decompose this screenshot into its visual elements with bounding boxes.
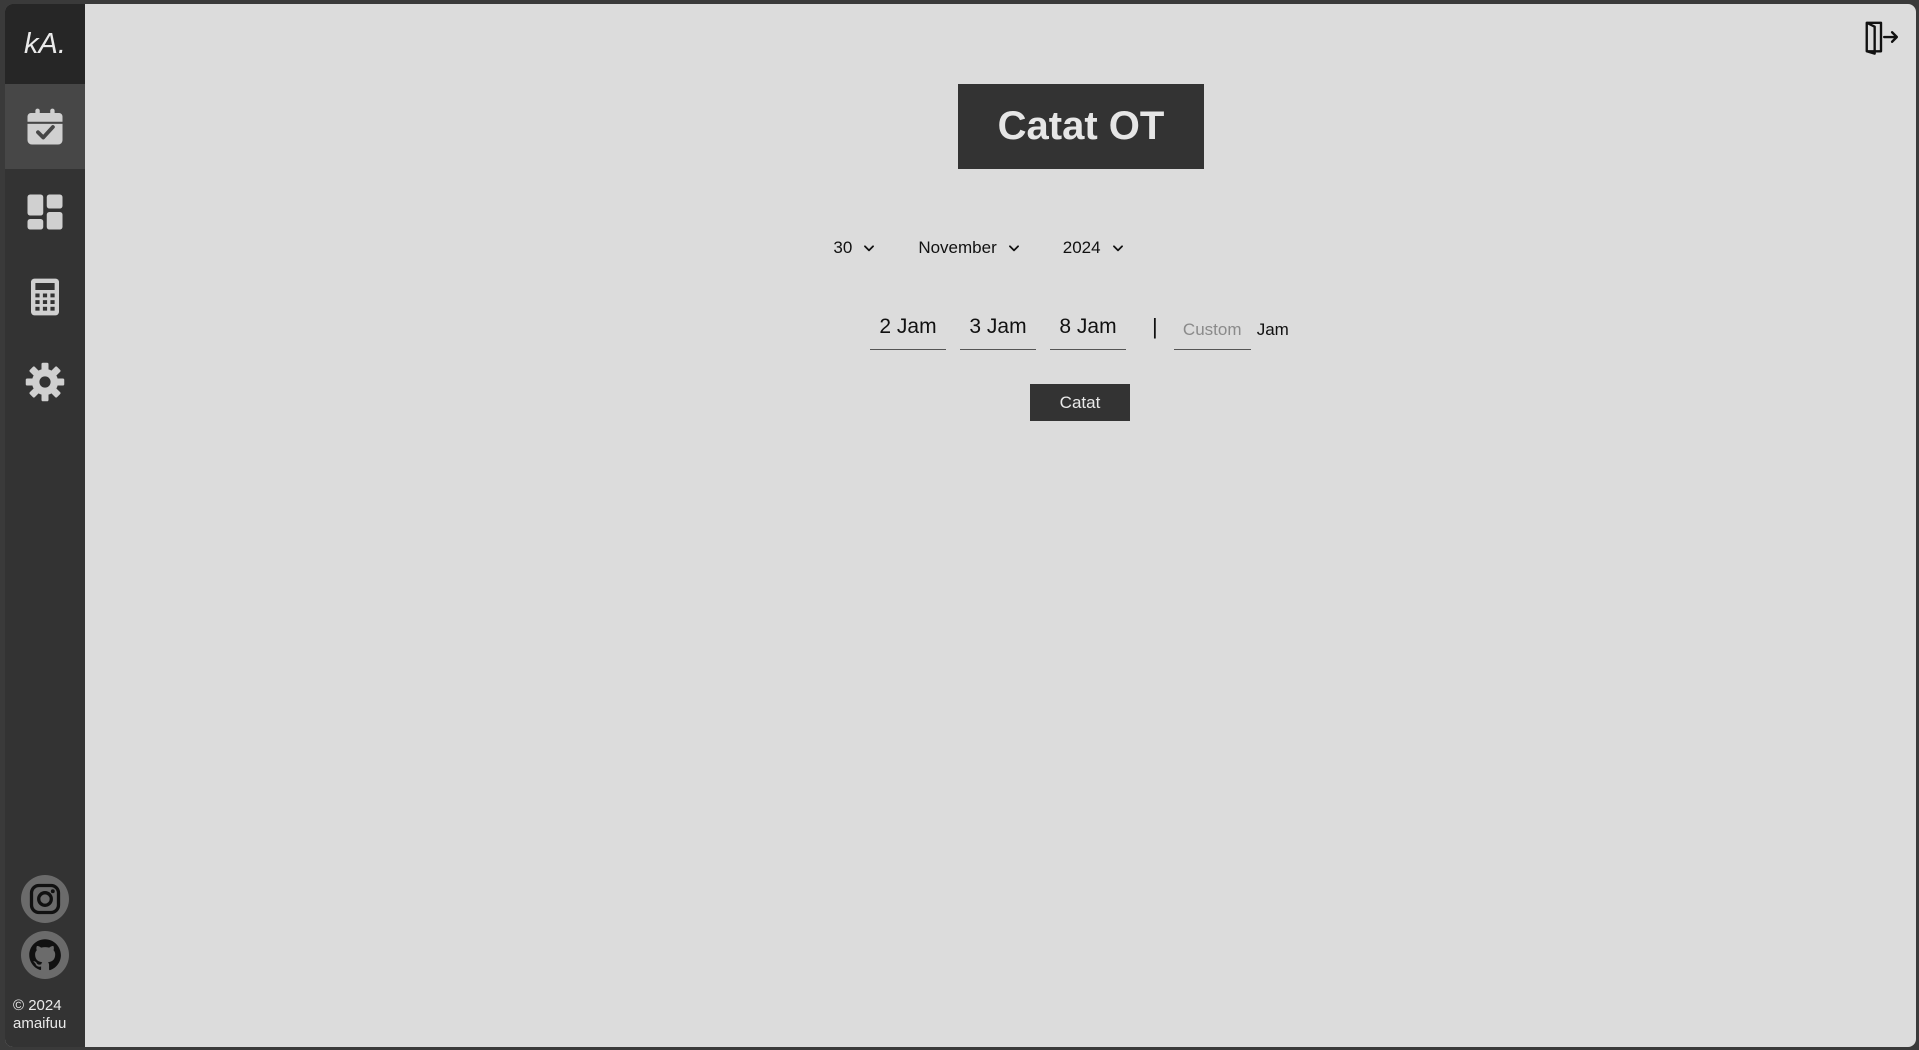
sidebar-item-dashboard[interactable] [5, 169, 85, 254]
month-select[interactable]: November [912, 234, 1026, 262]
date-picker: 30 November 2024 [85, 234, 1916, 262]
separator: | [1152, 314, 1158, 339]
hour-option-3[interactable]: 3 Jam [960, 304, 1036, 350]
sidebar: kA. © 2024 amaifuu [5, 4, 85, 1047]
sidebar-footer: © 2024 amaifuu [5, 875, 85, 1047]
chevron-down-icon [1008, 245, 1019, 252]
year-select[interactable]: 2024 [1057, 234, 1131, 262]
instagram-icon [29, 883, 61, 915]
copyright-author: amaifuu [13, 1015, 67, 1032]
chevron-down-icon [864, 245, 875, 252]
gear-icon [25, 362, 65, 401]
sidebar-item-settings[interactable] [5, 339, 85, 424]
app-logo[interactable]: kA. [5, 4, 85, 84]
calculator-icon [31, 278, 59, 315]
sidebar-item-catat-ot[interactable] [5, 84, 85, 169]
logout-icon [1865, 21, 1899, 55]
calendar-check-icon [27, 108, 63, 144]
copyright-year: © 2024 [13, 997, 62, 1014]
chevron-down-icon [1112, 245, 1123, 252]
github-link[interactable] [21, 931, 69, 979]
page-title: Catat OT [958, 84, 1204, 169]
month-value: November [918, 238, 997, 257]
dashboard-icon [27, 194, 63, 229]
custom-hours-unit: Jam [1256, 320, 1289, 339]
hour-option-2[interactable]: 2 Jam [870, 304, 946, 350]
sidebar-item-calculator[interactable] [5, 254, 85, 339]
catat-button[interactable]: Catat [1030, 384, 1130, 421]
github-icon [29, 939, 61, 971]
app-window: kA. © 2024 amaifuu Catat OT 30 November … [5, 4, 1916, 1047]
logout-button[interactable] [1862, 18, 1900, 56]
hours-selector: 2 Jam 3 Jam 8 Jam | Jam [870, 304, 1289, 350]
day-value: 30 [833, 238, 853, 257]
hour-option-8[interactable]: 8 Jam [1050, 304, 1126, 350]
instagram-link[interactable] [21, 875, 69, 923]
main-content: Catat OT 30 November 2024 2 Jam 3 Jam 8 … [85, 4, 1916, 1047]
copyright: © 2024 amaifuu [5, 997, 85, 1033]
custom-hours-input[interactable] [1173, 310, 1251, 350]
day-select[interactable]: 30 [827, 234, 882, 262]
year-value: 2024 [1062, 238, 1101, 257]
